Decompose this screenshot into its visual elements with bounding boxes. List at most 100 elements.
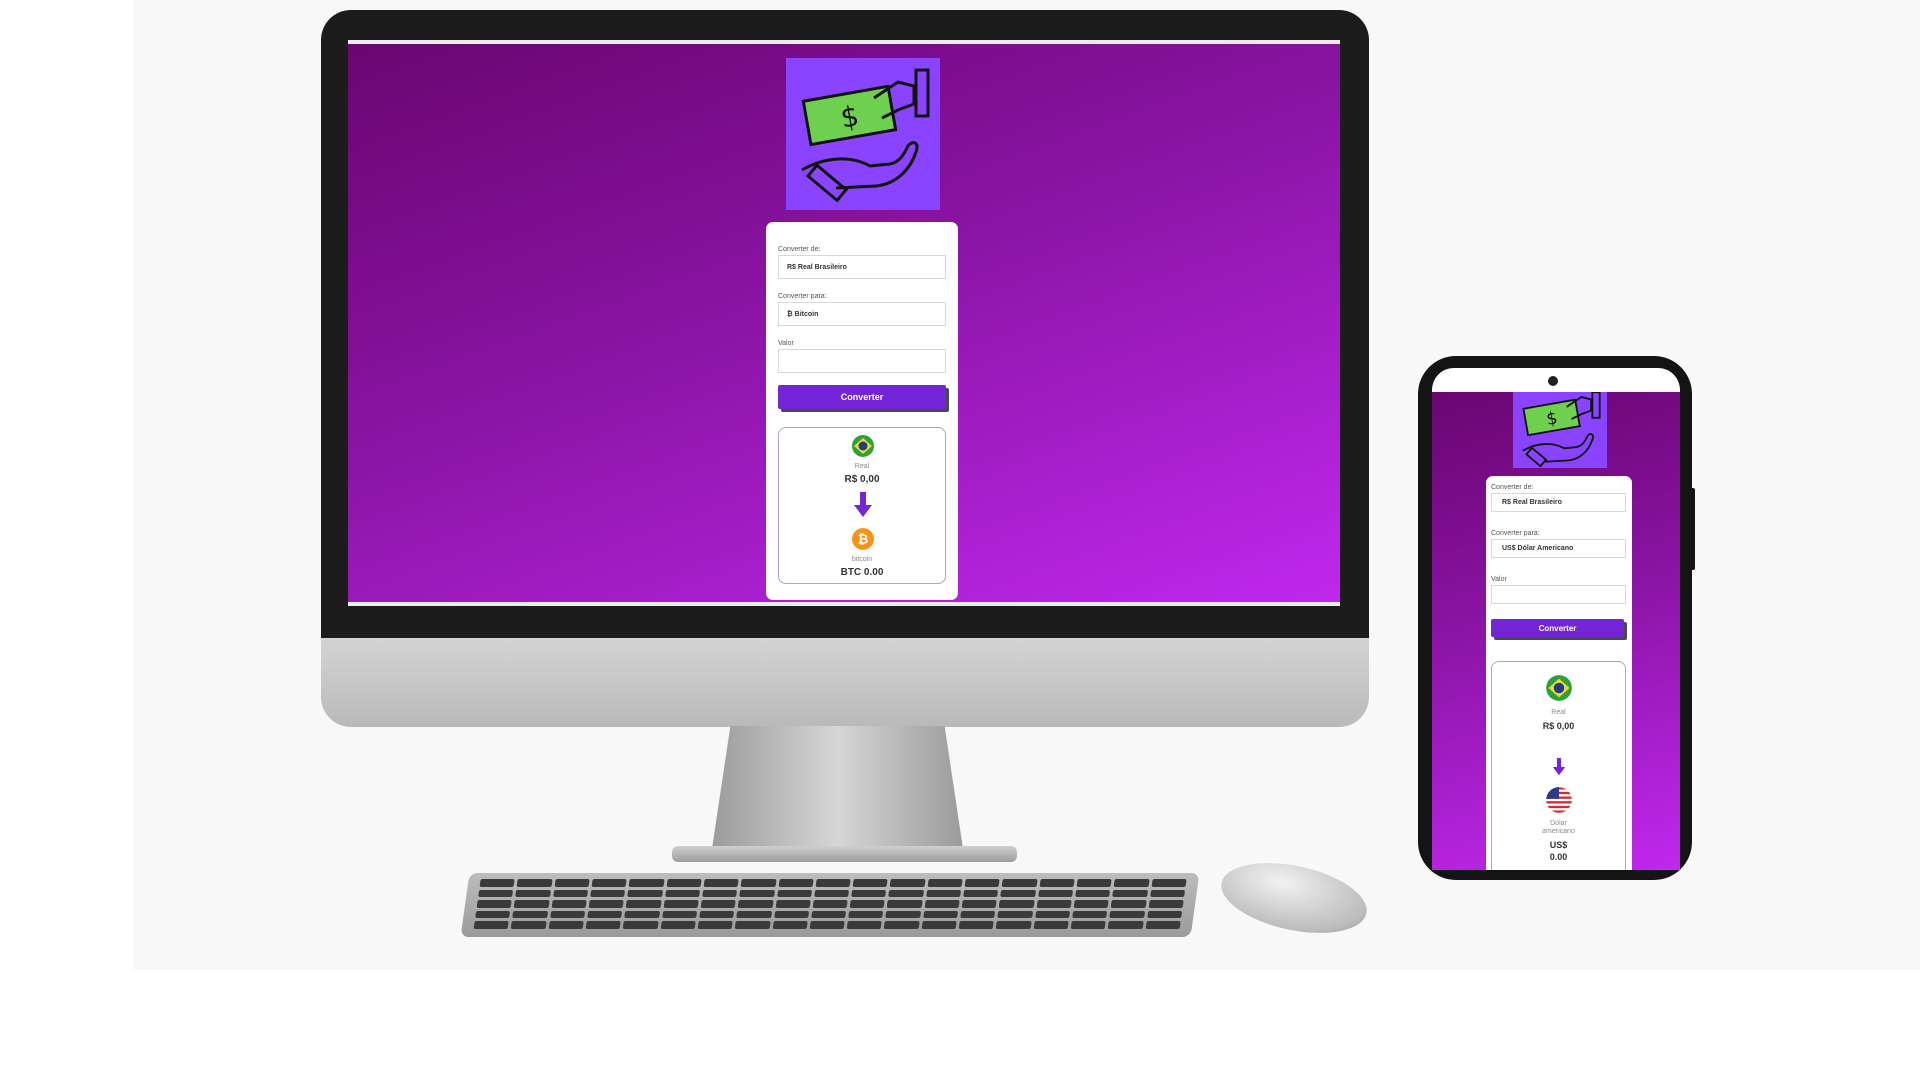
convert-button[interactable]: Converter bbox=[1491, 619, 1624, 637]
converter-card: Converter de: R$ Real Brasileiro Convert… bbox=[766, 222, 958, 600]
keyboard-key bbox=[515, 889, 551, 898]
to-currency-name: bitcoin bbox=[851, 556, 873, 563]
keyboard-key bbox=[1109, 910, 1145, 919]
from-currency-select[interactable]: R$ Real Brasileiro bbox=[1491, 493, 1626, 512]
keyboard-key bbox=[473, 921, 510, 929]
keyboard-key bbox=[510, 921, 547, 929]
keyboard-key bbox=[963, 889, 999, 898]
to-label: Converter para: bbox=[778, 293, 827, 300]
keyboard-key bbox=[700, 900, 736, 908]
keyboard-key bbox=[591, 879, 627, 887]
keyboard-key bbox=[927, 879, 963, 887]
keyboard-key bbox=[922, 910, 959, 919]
keyboard-key bbox=[776, 889, 812, 898]
keyboard-key bbox=[851, 889, 887, 898]
from-currency-name: Real bbox=[854, 463, 870, 470]
keyboard-key bbox=[1037, 889, 1074, 898]
keyboard-key bbox=[628, 879, 665, 887]
keyboard-key bbox=[1076, 879, 1113, 887]
keyboard-key bbox=[809, 921, 845, 929]
keyboard-key bbox=[703, 879, 739, 887]
hand-money-logo-icon: $ bbox=[801, 68, 930, 203]
keyboard-key bbox=[663, 900, 699, 908]
keyboard-key bbox=[1149, 889, 1186, 898]
keyboard-key bbox=[1000, 889, 1036, 898]
keyboard-key bbox=[734, 921, 771, 929]
keyboard-key bbox=[627, 889, 663, 898]
keyboard-key bbox=[1033, 921, 1069, 929]
to-currency-value: US$ 0.00 bbox=[1549, 840, 1568, 862]
app-logo: $ bbox=[786, 58, 940, 210]
keyboard-key bbox=[884, 921, 920, 929]
keyboard-key bbox=[697, 921, 733, 929]
arrow-down-icon bbox=[1552, 758, 1566, 776]
keyboard bbox=[460, 873, 1200, 937]
desktop-screen: $ Converter de: R$ Real Brasileiro Conve… bbox=[348, 40, 1340, 606]
keyboard-key bbox=[925, 889, 962, 898]
amount-input[interactable] bbox=[1491, 585, 1626, 604]
from-currency-select[interactable]: R$ Real Brasileiro bbox=[778, 255, 946, 279]
keyboard-key bbox=[739, 889, 775, 898]
keyboard-key bbox=[478, 889, 514, 898]
keyboard-key bbox=[1036, 900, 1072, 908]
keyboard-key bbox=[775, 900, 811, 908]
keyboard-key bbox=[846, 921, 883, 929]
keyboard-key bbox=[664, 889, 701, 898]
keyboard-key bbox=[660, 921, 696, 929]
amount-label: Valor bbox=[1491, 576, 1507, 583]
mobile-screen: $ Converter de: R$ Real Brasileiro Conve… bbox=[1432, 392, 1680, 870]
from-currency-value: R$ 0,00 bbox=[844, 474, 880, 485]
keyboard-key bbox=[887, 900, 923, 908]
keyboard-key bbox=[1034, 910, 1071, 919]
keyboard-key bbox=[516, 879, 553, 887]
keyboard-key bbox=[1148, 900, 1184, 908]
keyboard-key bbox=[666, 879, 702, 887]
keyboard-key bbox=[890, 879, 926, 887]
keyboard-key bbox=[512, 910, 548, 919]
keyboard-key bbox=[1151, 879, 1187, 887]
keyboard-key bbox=[1072, 910, 1108, 919]
keyboard-key bbox=[1070, 921, 1107, 929]
usa-flag-icon bbox=[1546, 787, 1572, 813]
keyboard-key bbox=[924, 900, 960, 908]
amount-input[interactable] bbox=[778, 349, 946, 373]
keyboard-key bbox=[1039, 879, 1075, 887]
keyboard-key bbox=[737, 900, 774, 908]
keyboard-key bbox=[852, 879, 889, 887]
svg-text:₿: ₿ bbox=[858, 533, 869, 548]
keyboard-key bbox=[661, 910, 698, 919]
to-currency-name: Dólar americano bbox=[1542, 820, 1575, 835]
keyboard-key bbox=[590, 889, 626, 898]
keyboard-key bbox=[476, 900, 512, 908]
arrow-down-icon bbox=[854, 492, 872, 517]
amount-label: Valor bbox=[778, 340, 794, 347]
keyboard-key bbox=[479, 879, 515, 887]
to-currency-select[interactable]: ₿ Bitcoin bbox=[778, 302, 946, 326]
convert-button[interactable]: Converter bbox=[778, 385, 946, 409]
keyboard-key bbox=[773, 910, 810, 919]
keyboard-key bbox=[961, 900, 998, 908]
keyboard-key bbox=[964, 879, 1001, 887]
keyboard-key bbox=[999, 900, 1035, 908]
from-label: Converter de: bbox=[778, 246, 821, 253]
keyboard-key bbox=[996, 921, 1032, 929]
keyboard-key bbox=[958, 921, 995, 929]
monitor-chin bbox=[321, 638, 1369, 727]
to-currency-select[interactable]: US$ Dólar Americano bbox=[1491, 539, 1626, 558]
keyboard-key bbox=[1113, 879, 1150, 887]
keyboard-key bbox=[885, 910, 921, 919]
to-currency-value: BTC 0.00 bbox=[840, 567, 884, 578]
hand-money-logo-icon: $ bbox=[1522, 392, 1601, 468]
keyboard-key bbox=[921, 921, 957, 929]
keyboard-key bbox=[1107, 921, 1144, 929]
monitor-stand bbox=[710, 726, 965, 862]
keyboard-key bbox=[1110, 900, 1147, 908]
bitcoin-icon: ₿ bbox=[852, 528, 874, 550]
keyboard-key bbox=[701, 889, 738, 898]
to-label: Converter para: bbox=[1491, 530, 1540, 537]
keyboard-key bbox=[624, 910, 660, 919]
keyboard-key bbox=[548, 921, 584, 929]
from-currency-value: R$ 0,00 bbox=[1542, 721, 1575, 731]
result-box: Real R$ 0,00 ₿ bitcoin BTC 0.00 bbox=[778, 427, 946, 584]
brazil-flag-icon bbox=[1546, 675, 1572, 701]
